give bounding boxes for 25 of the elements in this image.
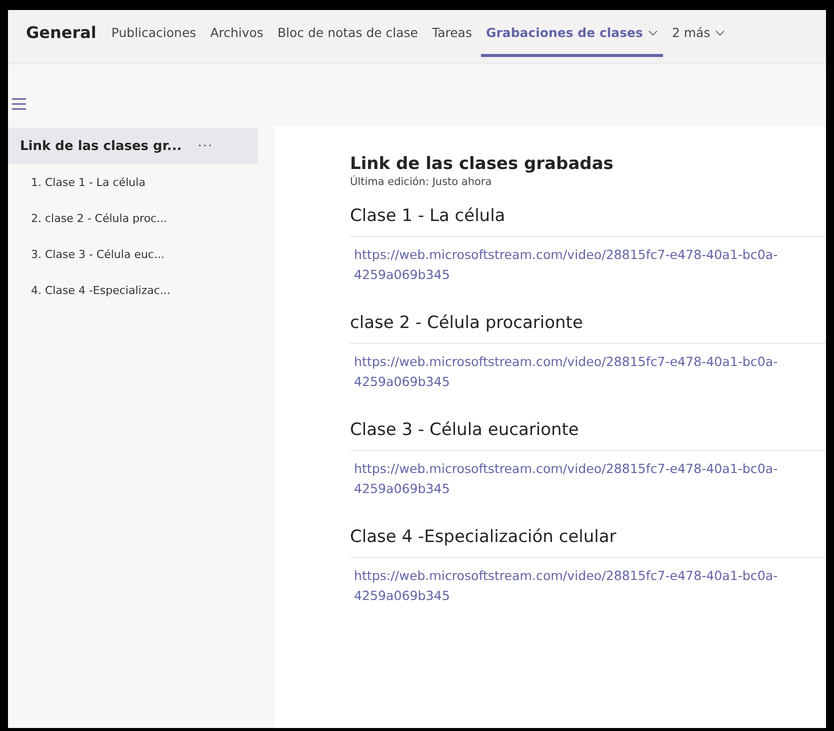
video-link[interactable]: https://web.microsoftstream.com/video/28815fc7-e478-40a1-bc0a-4259a069b345 [350,451,824,499]
video-link[interactable]: https://web.microsoftstream.com/video/28815fc7-e478-40a1-bc0a-4259a069b345 [350,558,824,606]
section-heading: clase 2 - Célula procarionte [350,312,584,335]
section-heading: Clase 4 -Especialización celular [350,526,618,549]
page-item[interactable]: 3. Clase 3 - Célula euc... [8,236,275,272]
tab[interactable]: Tareas [427,22,477,57]
tab[interactable]: Publicaciones [106,22,202,57]
page-item[interactable]: 1. Clase 1 - La célula [8,164,275,200]
tab[interactable]: 2 más [666,22,730,57]
menu-icon[interactable] [12,98,26,110]
page-title: Link de las clases grabadas [350,154,614,174]
video-link[interactable]: https://web.microsoftstream.com/video/28815fc7-e478-40a1-bc0a-4259a069b345 [350,344,824,392]
tab[interactable]: Archivos [205,22,268,57]
section-title: Link de las clases gr... [20,138,182,154]
more-options-icon[interactable]: ··· [198,138,214,154]
last-edited-text: Última edición: Justo ahora [350,176,493,188]
video-link[interactable]: https://web.microsoftstream.com/video/28815fc7-e478-40a1-bc0a-4259a069b345 [350,237,824,285]
tab[interactable]: Bloc de notas de clase [272,22,424,57]
section-heading: Clase 1 - La célula [350,205,506,228]
channel-title: General [26,23,96,42]
page-item[interactable]: 4. Clase 4 -Especializac... [8,272,275,308]
page-item[interactable]: 2. clase 2 - Célula proc... [8,200,275,236]
section-item[interactable]: Link de las clases gr... ··· [8,128,258,164]
section-heading: Clase 3 - Célula eucarionte [350,419,580,442]
tab[interactable]: Grabaciones de clases [480,22,663,57]
